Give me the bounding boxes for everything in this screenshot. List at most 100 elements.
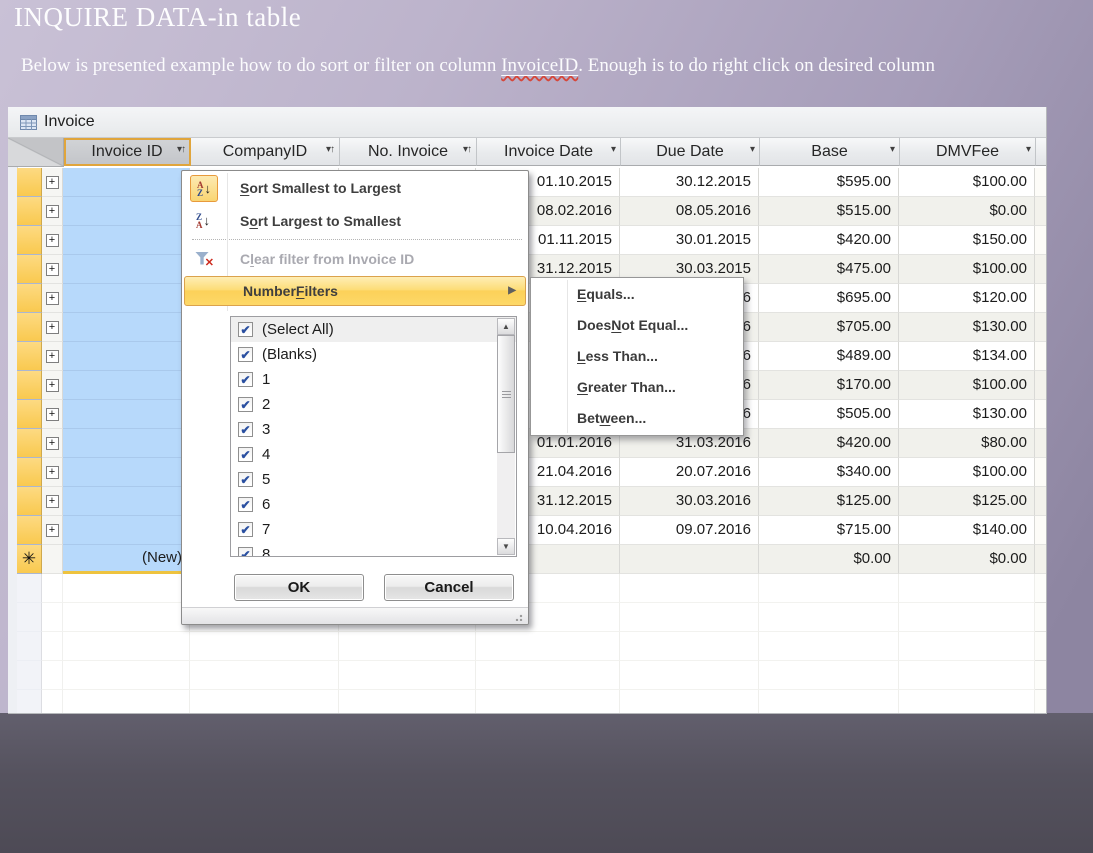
filter-sort-ascending-icon[interactable]: ▾↑ xyxy=(177,145,186,155)
cell-dmv-fee[interactable]: $130.00 xyxy=(899,400,1035,429)
cell-invoice-id[interactable] xyxy=(63,255,190,284)
expand-row-icon[interactable]: + xyxy=(46,263,59,276)
row-selector[interactable] xyxy=(17,487,42,516)
row-selector[interactable] xyxy=(17,429,42,458)
cell-due-date[interactable] xyxy=(620,545,759,574)
checklist-item[interactable]: ✔4 xyxy=(231,442,516,467)
row-selector[interactable] xyxy=(17,284,42,313)
row-selector[interactable] xyxy=(17,342,42,371)
cell-due-date[interactable]: 30.01.2015 xyxy=(620,226,759,255)
filter-dropdown-icon[interactable]: ▾ xyxy=(611,145,616,155)
cell-due-date[interactable]: 30.03.2016 xyxy=(620,487,759,516)
filter-dropdown-icon[interactable]: ▾ xyxy=(750,145,755,155)
cell-base[interactable]: $125.00 xyxy=(759,487,899,516)
cell-base[interactable]: $515.00 xyxy=(759,197,899,226)
row-selector[interactable]: ✳ xyxy=(17,545,42,574)
cell-invoice-id[interactable] xyxy=(63,284,190,313)
cell-base[interactable]: $715.00 xyxy=(759,516,899,545)
expand-row-icon[interactable]: + xyxy=(46,205,59,218)
cell-dmv-fee[interactable]: $80.00 xyxy=(899,429,1035,458)
menu-item-sort-smallest-to-largest[interactable]: AZ↓Sort Smallest to Largest xyxy=(182,171,528,204)
cell-dmv-fee[interactable]: $100.00 xyxy=(899,168,1035,197)
expand-row-icon[interactable]: + xyxy=(46,437,59,450)
cell-dmv-fee[interactable]: $100.00 xyxy=(899,458,1035,487)
checklist-item[interactable]: ✔5 xyxy=(231,467,516,492)
cell-dmv-fee[interactable]: $120.00 xyxy=(899,284,1035,313)
expand-row-icon[interactable]: + xyxy=(46,524,59,537)
expand-row-icon[interactable]: + xyxy=(46,495,59,508)
column-header-base[interactable]: Base▾ xyxy=(760,138,900,166)
select-all-corner[interactable] xyxy=(8,138,64,167)
submenu-item-between[interactable]: Between... xyxy=(531,402,743,433)
cell-invoice-id[interactable] xyxy=(63,487,190,516)
submenu-item-greater-than[interactable]: Greater Than... xyxy=(531,371,743,402)
cell-invoice-id[interactable] xyxy=(63,168,190,197)
expand-row-icon[interactable]: + xyxy=(46,234,59,247)
cell-invoice-id[interactable] xyxy=(63,400,190,429)
expand-row-icon[interactable]: + xyxy=(46,350,59,363)
cell-dmv-fee[interactable]: $134.00 xyxy=(899,342,1035,371)
checkbox-checked-icon[interactable]: ✔ xyxy=(238,472,253,487)
cell-dmv-fee[interactable]: $0.00 xyxy=(899,545,1035,574)
checklist-item[interactable]: ✔(Blanks) xyxy=(231,342,516,367)
column-header-no-invoice[interactable]: No. Invoice▾↑ xyxy=(340,138,477,166)
cell-due-date[interactable]: 09.07.2016 xyxy=(620,516,759,545)
menu-item-clear-filter-from-invoice-id[interactable]: ✕Clear filter from Invoice ID xyxy=(182,242,528,275)
resize-grip-icon[interactable] xyxy=(515,612,524,621)
scroll-up-icon[interactable]: ▲ xyxy=(497,318,515,335)
ok-button[interactable]: OK xyxy=(234,574,364,601)
filter-dropdown-icon[interactable]: ▾ xyxy=(1026,145,1031,155)
column-header-invoice-id[interactable]: Invoice ID▾↑ xyxy=(64,138,191,166)
expand-row-icon[interactable]: + xyxy=(46,379,59,392)
cell-invoice-id[interactable]: (New) xyxy=(63,545,190,574)
filter-sort-ascending-icon[interactable]: ▾↑ xyxy=(463,145,472,155)
row-selector[interactable] xyxy=(17,168,42,197)
submenu-item-equals[interactable]: Equals... xyxy=(531,278,743,309)
expand-row-icon[interactable]: + xyxy=(46,466,59,479)
checkbox-checked-icon[interactable]: ✔ xyxy=(238,497,253,512)
checkbox-checked-icon[interactable]: ✔ xyxy=(238,522,253,537)
cell-dmv-fee[interactable]: $125.00 xyxy=(899,487,1035,516)
submenu-item-less-than[interactable]: Less Than... xyxy=(531,340,743,371)
expand-row-icon[interactable]: + xyxy=(46,176,59,189)
cell-base[interactable]: $420.00 xyxy=(759,429,899,458)
filter-sort-ascending-icon[interactable]: ▾↑ xyxy=(326,145,335,155)
cell-dmv-fee[interactable]: $130.00 xyxy=(899,313,1035,342)
row-selector[interactable] xyxy=(17,313,42,342)
checkbox-checked-icon[interactable]: ✔ xyxy=(238,422,253,437)
checklist-item[interactable]: ✔3 xyxy=(231,417,516,442)
checklist-item[interactable]: ✔6 xyxy=(231,492,516,517)
checkbox-checked-icon[interactable]: ✔ xyxy=(238,447,253,462)
checkbox-checked-icon[interactable]: ✔ xyxy=(238,397,253,412)
menu-item-sort-largest-to-smallest[interactable]: ZA↓Sort Largest to Smallest xyxy=(182,204,528,237)
cell-invoice-id[interactable] xyxy=(63,458,190,487)
cell-base[interactable]: $595.00 xyxy=(759,168,899,197)
scroll-down-icon[interactable]: ▼ xyxy=(497,538,515,555)
cell-invoice-id[interactable] xyxy=(63,197,190,226)
column-header-due-date[interactable]: Due Date▾ xyxy=(621,138,760,166)
invoice-tab[interactable]: Invoice xyxy=(8,107,1046,138)
cell-dmv-fee[interactable]: $100.00 xyxy=(899,255,1035,284)
row-selector[interactable] xyxy=(17,255,42,284)
cell-due-date[interactable]: 30.12.2015 xyxy=(620,168,759,197)
cell-due-date[interactable]: 20.07.2016 xyxy=(620,458,759,487)
row-selector[interactable] xyxy=(17,226,42,255)
checklist-item[interactable]: ✔2 xyxy=(231,392,516,417)
row-selector[interactable] xyxy=(17,458,42,487)
cell-invoice-id[interactable] xyxy=(63,371,190,400)
cell-invoice-id[interactable] xyxy=(63,516,190,545)
cell-invoice-id[interactable] xyxy=(63,226,190,255)
cell-base[interactable]: $475.00 xyxy=(759,255,899,284)
row-selector[interactable] xyxy=(17,400,42,429)
scrollbar-thumb[interactable] xyxy=(497,335,515,453)
cell-base[interactable]: $420.00 xyxy=(759,226,899,255)
cell-base[interactable]: $340.00 xyxy=(759,458,899,487)
checkbox-checked-icon[interactable]: ✔ xyxy=(238,347,253,362)
cell-base[interactable]: $505.00 xyxy=(759,400,899,429)
expand-row-icon[interactable]: + xyxy=(46,408,59,421)
expand-row-icon[interactable]: + xyxy=(46,292,59,305)
expand-row-icon[interactable]: + xyxy=(46,321,59,334)
checkbox-checked-icon[interactable]: ✔ xyxy=(238,547,253,557)
column-header-dmvfee[interactable]: DMVFee▾ xyxy=(900,138,1036,166)
cell-invoice-id[interactable] xyxy=(63,342,190,371)
